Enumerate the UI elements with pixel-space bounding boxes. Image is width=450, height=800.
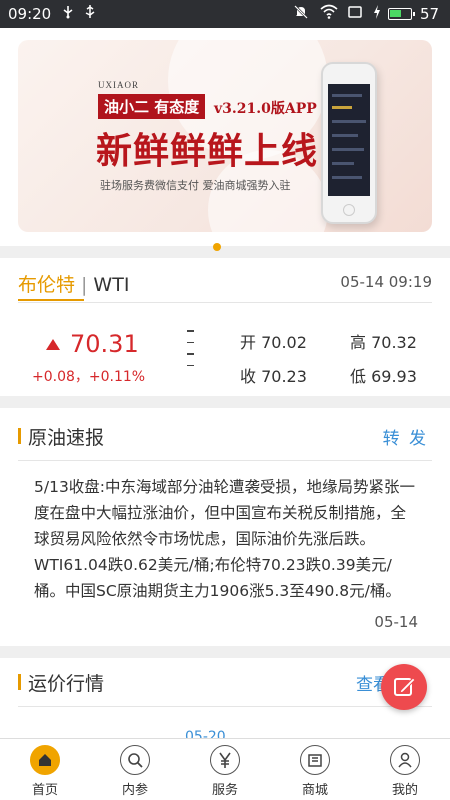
section-marker	[18, 674, 21, 690]
banner-brand: UXIAOR	[98, 80, 139, 90]
nav-insider[interactable]: 内参	[90, 739, 180, 800]
nav-label: 服务	[211, 783, 238, 798]
up-arrow-icon	[46, 339, 60, 350]
banner-headline: 新鲜鲜鲜上线	[96, 130, 319, 172]
promo-banner[interactable]: UXIAOR 油小二 有态度 v3.21.0版APP 新鲜鲜鲜上线 驻场服务费微…	[18, 40, 432, 232]
charging-icon	[372, 4, 382, 24]
nav-label: 首页	[31, 783, 58, 798]
banner-tag: 油小二 有态度	[98, 94, 206, 119]
open-price: 开 70.02	[240, 333, 307, 352]
home-icon	[30, 745, 60, 775]
phone-home-button	[343, 204, 355, 216]
freight-section-title: 运价行情	[28, 673, 105, 695]
divider	[18, 706, 432, 707]
banner-section: UXIAOR 油小二 有态度 v3.21.0版APP 新鲜鲜鲜上线 驻场服务费微…	[0, 28, 450, 251]
banner-version: v3.21.0版APP	[214, 101, 317, 117]
cart-icon	[300, 745, 330, 775]
tab-wti[interactable]: WTI	[93, 274, 129, 296]
price-change: +0.08，+0.11%	[32, 369, 146, 385]
edit-icon	[394, 677, 416, 696]
phone-mockup-image	[321, 62, 377, 224]
nav-mine[interactable]: 我的	[360, 739, 450, 800]
screen-icon	[347, 4, 363, 24]
quote-timestamp: 05-14 09:19	[340, 273, 432, 291]
nav-service[interactable]: 服务	[180, 739, 270, 800]
divider	[18, 460, 432, 461]
usb-icon	[60, 4, 76, 24]
battery-fill	[390, 10, 401, 17]
nav-home[interactable]: 首页	[0, 739, 90, 800]
news-body[interactable]: 5/13收盘:中东海域部分油轮遭袭受损，地缘局势紧张一度在盘中大幅拉涨油价，但中…	[34, 474, 418, 604]
wifi-icon	[320, 4, 338, 24]
search-icon	[120, 745, 150, 775]
active-tab-indicator	[18, 299, 84, 301]
separator-dashes	[187, 330, 195, 376]
high-price: 高 70.32	[350, 333, 417, 352]
news-section-title: 原油速报	[28, 427, 105, 449]
nav-label: 内参	[121, 783, 148, 798]
close-price: 收 70.23	[240, 367, 307, 386]
yen-icon	[210, 745, 240, 775]
tab-separator: |	[81, 274, 88, 296]
mute-icon	[293, 4, 309, 24]
nav-mall[interactable]: 商城	[270, 739, 360, 800]
divider	[18, 302, 432, 303]
share-button[interactable]: 转 发	[383, 424, 428, 449]
bottom-nav: 首页 内参 服务 商城 我的	[0, 738, 450, 800]
battery-level: 57	[420, 5, 440, 23]
current-price: 70.31	[70, 330, 139, 358]
news-date: 05-14	[374, 613, 418, 631]
tab-brent[interactable]: 布伦特	[18, 274, 75, 296]
user-icon	[390, 745, 420, 775]
phone-screen	[328, 84, 370, 196]
banner-page-indicator[interactable]	[213, 243, 221, 251]
freight-date-peek: 05-20	[185, 730, 226, 738]
status-time: 09:20	[8, 5, 52, 23]
low-price: 低 69.93	[350, 367, 417, 386]
oil-news-card: 原油速报 转 发 5/13收盘:中东海域部分油轮遭袭受损，地缘局势紧张一度在盘中…	[0, 408, 450, 646]
usb-debug-icon	[84, 4, 96, 24]
nav-label: 我的	[391, 783, 418, 798]
edit-fab-button[interactable]	[381, 664, 427, 710]
quote-tabs: 布伦特 | WTI	[18, 270, 129, 297]
battery-icon	[388, 8, 415, 20]
status-bar: 09:20 57	[0, 0, 450, 28]
crude-quote-card: 布伦特 | WTI 05-14 09:19 70.31 +0.08，+0.11% 开…	[0, 258, 450, 396]
nav-label: 商城	[301, 783, 328, 798]
banner-subtitle: 驻场服务费微信支付 爱油商城强势入驻	[100, 179, 291, 192]
section-marker	[18, 428, 21, 444]
